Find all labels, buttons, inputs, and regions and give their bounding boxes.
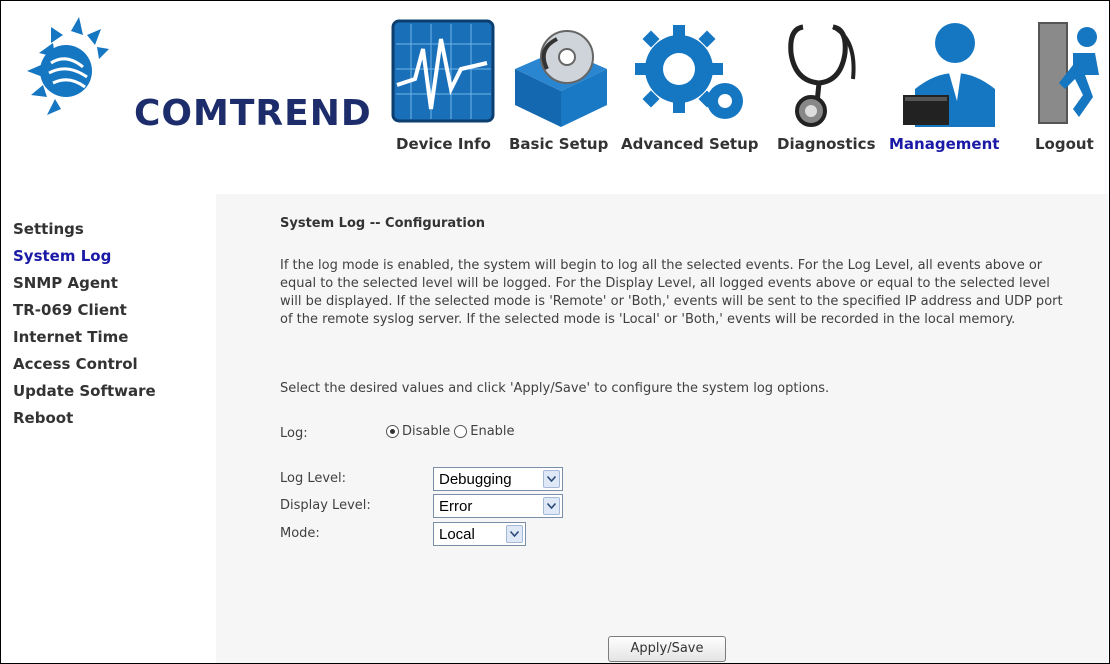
display-level-select[interactable]: Error xyxy=(433,494,563,518)
header: COMTREND Device Info Basic Setup Advance… xyxy=(1,1,1109,194)
page-description: If the log mode is enabled, the system w… xyxy=(280,258,1063,327)
nav-logout[interactable]: Logout xyxy=(1035,135,1094,153)
sunburst-logo-icon xyxy=(27,17,109,115)
nav-management[interactable]: Management xyxy=(889,135,999,153)
brand-name: COMTREND xyxy=(134,93,372,134)
sidebar-item-internet-time[interactable]: Internet Time xyxy=(13,328,128,346)
nav-basic-setup[interactable]: Basic Setup xyxy=(509,135,608,153)
mode-label: Mode: xyxy=(280,526,320,541)
display-level-label: Display Level: xyxy=(280,498,371,513)
chevron-down-icon xyxy=(543,470,560,488)
sidebar-item-update-software[interactable]: Update Software xyxy=(13,382,156,400)
exit-door-icon[interactable] xyxy=(1037,19,1107,133)
log-label: Log: xyxy=(280,426,308,441)
setup-box-disc-icon[interactable] xyxy=(507,19,617,133)
chevron-down-icon xyxy=(506,525,523,543)
log-enable-label: Enable xyxy=(470,424,515,439)
user-admin-icon[interactable] xyxy=(901,19,1001,133)
sidebar-item-access-control[interactable]: Access Control xyxy=(13,355,138,373)
main-content: System Log -- Configuration If the log m… xyxy=(216,194,1108,663)
nav-advanced-setup[interactable]: Advanced Setup xyxy=(621,135,759,153)
page-title: System Log -- Configuration xyxy=(280,216,486,231)
log-level-label: Log Level: xyxy=(280,471,347,486)
page-instruction: Select the desired values and click 'App… xyxy=(280,381,830,396)
sidebar-item-settings[interactable]: Settings xyxy=(13,220,84,238)
brand-logo[interactable]: COMTREND xyxy=(21,13,381,134)
mode-value: Local xyxy=(439,525,475,543)
log-level-select[interactable]: Debugging xyxy=(433,467,563,491)
log-level-value: Debugging xyxy=(439,470,512,488)
nav-device-info[interactable]: Device Info xyxy=(396,135,491,153)
sidebar-item-reboot[interactable]: Reboot xyxy=(13,409,73,427)
log-radio-group: Disable Enable xyxy=(386,424,515,439)
sidebar: Settings System Log SNMP Agent TR-069 Cl… xyxy=(1,194,216,663)
mode-select[interactable]: Local xyxy=(433,522,526,546)
apply-save-button[interactable]: Apply/Save xyxy=(608,636,726,662)
log-enable-radio[interactable] xyxy=(454,425,468,438)
chevron-down-icon xyxy=(543,497,560,515)
log-disable-radio[interactable] xyxy=(386,425,399,438)
display-level-value: Error xyxy=(439,497,473,515)
sidebar-item-tr069-client[interactable]: TR-069 Client xyxy=(13,301,127,319)
gears-icon[interactable] xyxy=(631,19,749,133)
nav-diagnostics[interactable]: Diagnostics xyxy=(777,135,876,153)
log-disable-label: Disable xyxy=(402,424,451,439)
sidebar-item-snmp-agent[interactable]: SNMP Agent xyxy=(13,274,118,292)
stethoscope-icon[interactable] xyxy=(773,19,873,133)
pulse-chart-icon[interactable] xyxy=(391,19,501,133)
sidebar-item-system-log[interactable]: System Log xyxy=(13,247,111,265)
